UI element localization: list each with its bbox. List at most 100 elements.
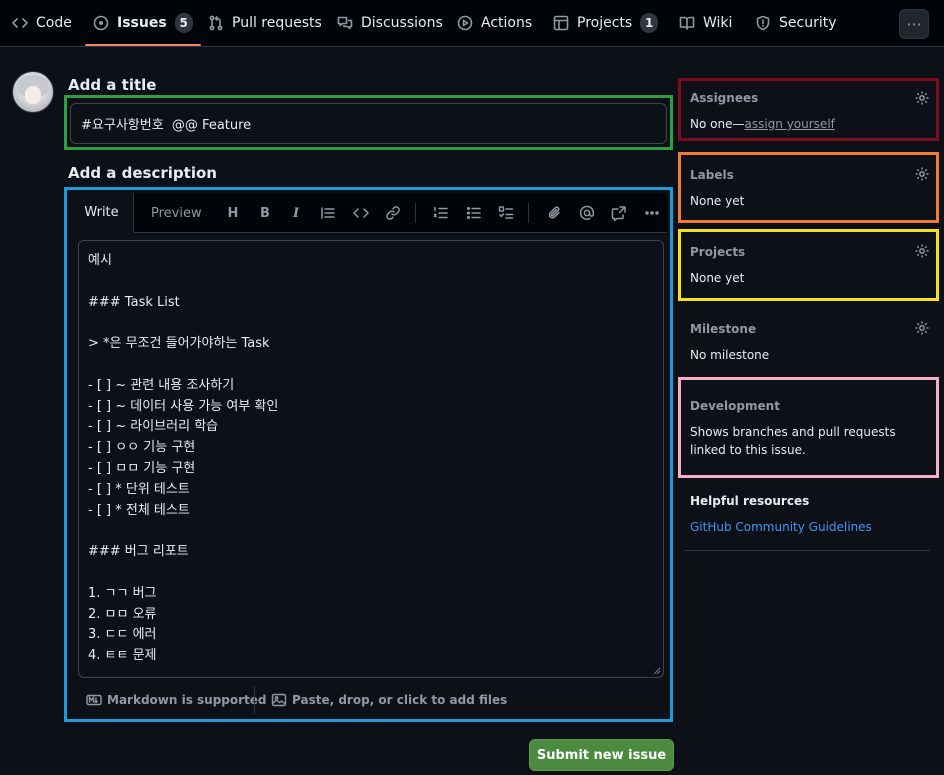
assignees-settings-button[interactable] bbox=[914, 90, 930, 106]
tab-wiki[interactable]: Wiki bbox=[679, 0, 732, 46]
quote-button[interactable] bbox=[320, 205, 336, 221]
description-textarea[interactable]: 예시 ### Task List > *은 무조건 들어가야하는 Task - [ ]… bbox=[78, 240, 664, 678]
tab-label: Issues bbox=[117, 15, 167, 31]
tab-label: Actions bbox=[481, 15, 533, 31]
italic-button[interactable]: I bbox=[288, 205, 304, 221]
image-icon bbox=[271, 693, 287, 707]
title-label: Add a title bbox=[68, 76, 157, 94]
attach-note: Paste, drop, or click to add files bbox=[292, 693, 508, 707]
sidebar-divider bbox=[684, 550, 930, 551]
labels-value: None yet bbox=[690, 194, 745, 208]
table-icon bbox=[553, 15, 569, 31]
labels-settings-button[interactable] bbox=[914, 166, 930, 182]
tab-pull-requests[interactable]: Pull requests bbox=[208, 0, 322, 46]
helpful-resources-title: Helpful resources bbox=[690, 494, 810, 508]
development-value: Shows branches and pull requests linked … bbox=[690, 425, 896, 457]
tab-discussions[interactable]: Discussions bbox=[337, 0, 443, 46]
projects-title: Projects bbox=[690, 245, 746, 259]
tab-actions[interactable]: Actions bbox=[457, 0, 532, 46]
markdown-icon bbox=[86, 694, 102, 706]
code-button[interactable] bbox=[353, 205, 369, 221]
editor-line: - [ ] ~ 관련 내용 조사하기 bbox=[88, 377, 235, 393]
tab-issues[interactable]: Issues 5 bbox=[85, 0, 201, 46]
tab-label: Wiki bbox=[703, 15, 733, 31]
footer-divider bbox=[254, 686, 255, 714]
sidebar-development: Development Shows branches and pull requ… bbox=[684, 397, 932, 467]
editor-line: 예시 bbox=[88, 253, 112, 268]
tab-projects[interactable]: Projects 1 bbox=[553, 0, 659, 46]
editor-line: 1. ㄱㄱ 버그 bbox=[88, 585, 157, 601]
sidebar-projects: Projects None yet bbox=[684, 243, 932, 293]
editor-toolbar: Write Preview H B I bbox=[70, 193, 667, 233]
sidebar-milestone: Milestone No milestone bbox=[684, 320, 932, 370]
editor-line: ### 버그 리포트 bbox=[88, 544, 189, 560]
title-input[interactable] bbox=[70, 103, 667, 144]
editor-line: - [ ] ~ 데이터 사용 가능 여부 확인 bbox=[88, 398, 279, 414]
sidebar-assignees: Assignees No one—assign yourself bbox=[684, 89, 932, 139]
attach-button[interactable] bbox=[547, 205, 563, 221]
assignees-value: No one—assign yourself bbox=[690, 115, 835, 133]
sidebar-labels: Labels None yet bbox=[684, 166, 932, 216]
tab-label: Code bbox=[36, 15, 72, 31]
editor-line: - [ ] ~ 라이브러리 학습 bbox=[88, 419, 219, 435]
projects-settings-button[interactable] bbox=[914, 243, 930, 259]
paperclip-icon bbox=[548, 206, 560, 219]
editor-line: - [ ] ㅁㅁ 기능 구현 bbox=[88, 460, 196, 476]
gear-icon bbox=[915, 244, 929, 258]
cross-reference-button[interactable] bbox=[611, 205, 627, 221]
kebab-horizontal-icon: ··· bbox=[906, 14, 922, 34]
mention-icon bbox=[579, 205, 595, 220]
unordered-list-button[interactable] bbox=[466, 205, 482, 221]
book-icon bbox=[679, 16, 695, 30]
task-list-button[interactable] bbox=[498, 205, 514, 221]
link-button[interactable] bbox=[385, 205, 401, 221]
avatar bbox=[12, 71, 54, 113]
gear-icon bbox=[915, 91, 929, 105]
tab-security[interactable]: Security bbox=[755, 0, 837, 46]
submit-new-issue-button[interactable]: Submit new issue bbox=[529, 739, 674, 771]
ordered-list-button[interactable] bbox=[433, 205, 449, 221]
tab-write[interactable]: Write bbox=[70, 193, 134, 233]
resize-handle-icon[interactable] bbox=[653, 667, 661, 675]
projects-count-badge: 1 bbox=[640, 13, 659, 33]
helpful-resources-value: GitHub Community Guidelines bbox=[690, 518, 872, 536]
community-guidelines-link[interactable]: GitHub Community Guidelines bbox=[690, 520, 872, 534]
description-text: 예시 ### Task List > *은 무조건 들어가야하는 Task - [ ]… bbox=[88, 251, 648, 667]
description-label: Add a description bbox=[68, 164, 217, 182]
markdown-note: Markdown is supported bbox=[107, 693, 267, 707]
gear-icon bbox=[915, 167, 929, 181]
editor-footer: Markdown is supported Paste, drop, or cl… bbox=[70, 686, 667, 714]
sidebar-helpful-resources: Helpful resources GitHub Community Guide… bbox=[684, 492, 932, 542]
tab-code[interactable]: Code bbox=[12, 0, 72, 46]
shield-icon bbox=[756, 15, 770, 31]
tab-label: Projects bbox=[577, 15, 633, 31]
development-title: Development bbox=[690, 399, 780, 413]
heading-icon: H bbox=[227, 205, 239, 221]
tab-label: Security bbox=[779, 15, 837, 31]
quote-icon bbox=[321, 207, 335, 219]
more-formatting-button[interactable] bbox=[644, 205, 660, 221]
repo-nav: Code Issues 5 Pull requests Discussions … bbox=[0, 0, 944, 47]
assignees-none: No one— bbox=[690, 117, 745, 131]
link-icon bbox=[386, 206, 400, 220]
add-files-button[interactable]: Paste, drop, or click to add files bbox=[271, 686, 507, 714]
assign-yourself-link[interactable]: assign yourself bbox=[744, 117, 834, 131]
more-options-button[interactable]: ··· bbox=[899, 9, 929, 39]
editor-line: - [ ] * 전체 테스트 bbox=[88, 502, 190, 518]
tab-preview[interactable]: Preview bbox=[151, 193, 202, 233]
milestone-settings-button[interactable] bbox=[914, 320, 930, 336]
gear-icon bbox=[915, 321, 929, 335]
mention-button[interactable] bbox=[579, 205, 595, 221]
toolbar-divider bbox=[415, 203, 416, 223]
issue-opened-icon bbox=[93, 15, 109, 31]
heading-button[interactable]: H bbox=[225, 205, 241, 221]
bold-button[interactable]: B bbox=[257, 205, 273, 221]
play-icon bbox=[457, 15, 473, 31]
markdown-supported-link[interactable]: Markdown is supported bbox=[86, 686, 267, 714]
cross-reference-icon bbox=[611, 206, 626, 221]
projects-value: None yet bbox=[690, 271, 745, 285]
